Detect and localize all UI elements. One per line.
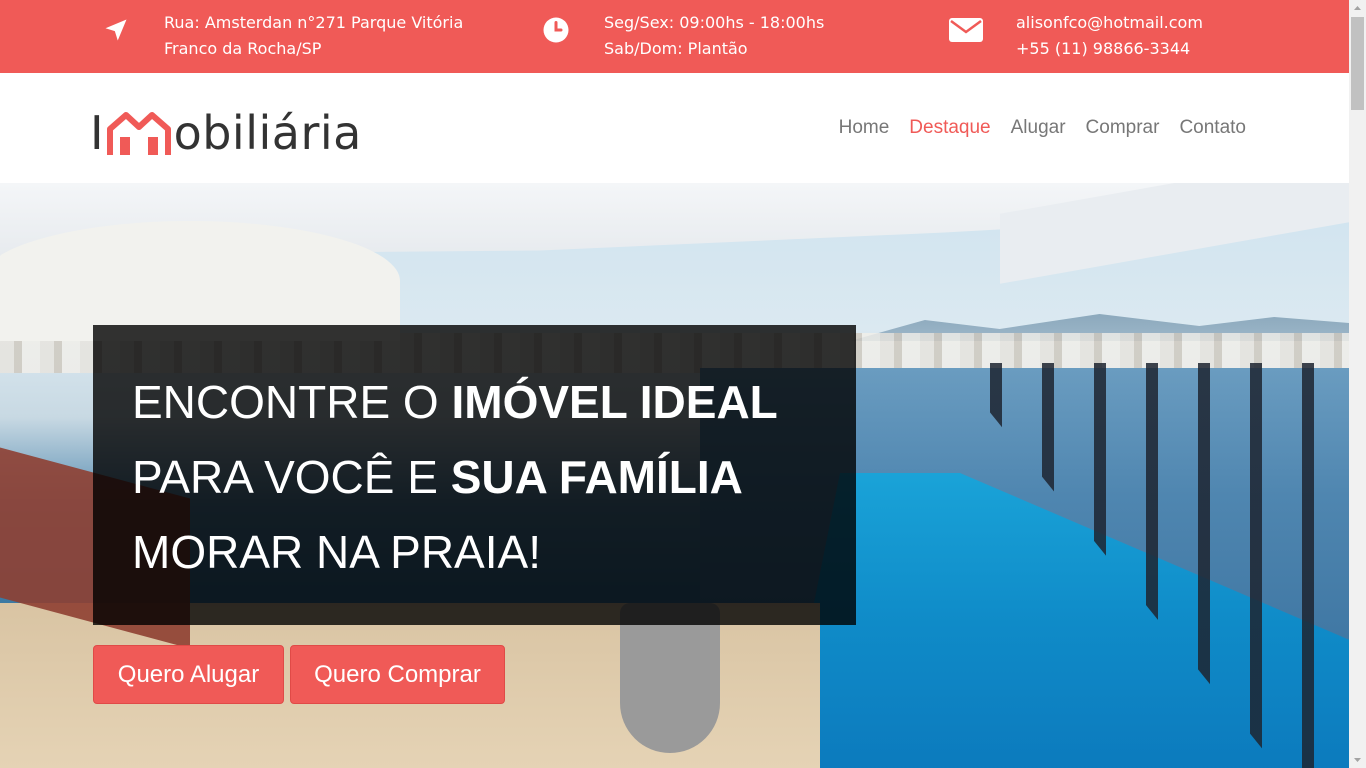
hours-line2: Sab/Dom: Plantão [604, 39, 748, 58]
main-navbar: I obiliária Home Destaque Alugar Comprar… [0, 73, 1349, 183]
hero-section: ENCONTRE O IMÓVEL IDEAL PARA VOCÊ E SUA … [0, 183, 1349, 768]
hero-line-2: PARA VOCÊ E SUA FAMÍLIA [132, 451, 743, 503]
location-arrow-icon [96, 10, 136, 50]
main-nav: Home Destaque Alugar Comprar Contato [839, 117, 1246, 139]
contact-info: alisonfco@hotmail.com +55 (11) 98866-334… [946, 10, 1203, 62]
nav-contato[interactable]: Contato [1179, 117, 1246, 139]
contact-phone[interactable]: +55 (11) 98866-3344 [1016, 36, 1203, 62]
address-line2: Franco da Rocha/SP [164, 39, 322, 58]
address-info: Rua: Amsterdan n°271 Parque Vitória Fran… [96, 10, 463, 62]
address-line1: Rua: Amsterdan n°271 Parque Vitória [164, 13, 464, 32]
site-logo[interactable]: I obiliária [90, 105, 362, 161]
nav-comprar[interactable]: Comprar [1086, 117, 1160, 139]
nav-home[interactable]: Home [839, 117, 890, 139]
envelope-icon [946, 10, 986, 50]
hero-line-1: ENCONTRE O IMÓVEL IDEAL [132, 376, 778, 428]
page-scrollbar[interactable] [1349, 0, 1366, 768]
nav-destaque[interactable]: Destaque [909, 117, 990, 139]
logo-prefix: I [90, 106, 104, 160]
clock-icon [536, 10, 576, 50]
scroll-down-arrow-icon[interactable] [1349, 751, 1366, 768]
scroll-up-arrow-icon[interactable] [1349, 0, 1366, 17]
hero-line-3: MORAR NA PRAIA! [132, 526, 541, 578]
scrollbar-thumb[interactable] [1351, 17, 1364, 110]
nav-alugar[interactable]: Alugar [1011, 117, 1066, 139]
house-logo-icon [106, 112, 171, 155]
logo-suffix: obiliária [173, 106, 362, 160]
hours-info: Seg/Sex: 09:00hs - 18:00hs Sab/Dom: Plan… [536, 10, 824, 62]
top-info-bar: Rua: Amsterdan n°271 Parque Vitória Fran… [0, 0, 1349, 73]
hero-headline-box: ENCONTRE O IMÓVEL IDEAL PARA VOCÊ E SUA … [93, 325, 856, 625]
buy-button[interactable]: Quero Comprar [290, 645, 505, 704]
hours-line1: Seg/Sex: 09:00hs - 18:00hs [604, 13, 825, 32]
rent-button[interactable]: Quero Alugar [93, 645, 284, 704]
contact-email[interactable]: alisonfco@hotmail.com [1016, 10, 1203, 36]
